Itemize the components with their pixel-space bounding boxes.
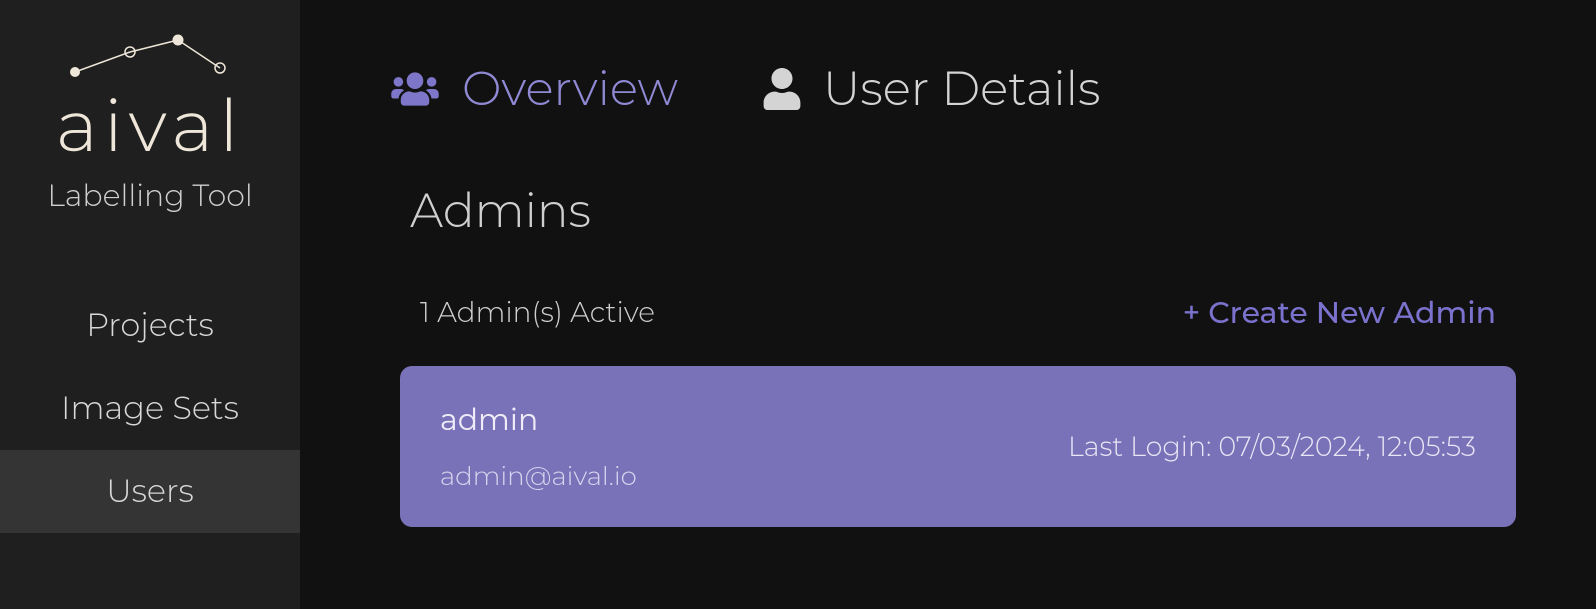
create-new-admin-button[interactable]: + Create New Admin	[1183, 294, 1496, 331]
sidebar-item-projects[interactable]: Projects	[0, 284, 300, 367]
sidebar-item-users[interactable]: Users	[0, 450, 300, 533]
logo-graphic-icon	[60, 30, 240, 85]
user-card[interactable]: admin admin@aival.io Last Login: 07/03/2…	[400, 366, 1516, 527]
tab-user-details[interactable]: User Details	[763, 60, 1100, 117]
user-icon	[763, 68, 801, 110]
brand-subtitle: Labelling Tool	[47, 177, 252, 214]
tab-label: User Details	[823, 60, 1100, 117]
user-card-left: admin admin@aival.io	[440, 401, 637, 492]
user-name: admin	[440, 401, 637, 438]
brand-name: aival	[56, 90, 244, 162]
section-title: Admins	[410, 182, 1526, 239]
active-count: 1 Admin(s) Active	[420, 296, 655, 330]
section-header-row: 1 Admin(s) Active + Create New Admin	[420, 294, 1496, 331]
main-content: Overview User Details Admins 1 Admin(s) …	[300, 0, 1596, 609]
tabs-row: Overview User Details	[390, 60, 1526, 117]
sidebar: aival Labelling Tool Projects Image Sets…	[0, 0, 300, 609]
users-group-icon	[390, 70, 440, 108]
user-last-login: Last Login: 07/03/2024, 12:05:53	[1068, 430, 1476, 463]
tab-label: Overview	[462, 60, 678, 117]
tab-overview[interactable]: Overview	[390, 60, 678, 117]
sidebar-item-image-sets[interactable]: Image Sets	[0, 367, 300, 450]
user-email: admin@aival.io	[440, 460, 637, 492]
